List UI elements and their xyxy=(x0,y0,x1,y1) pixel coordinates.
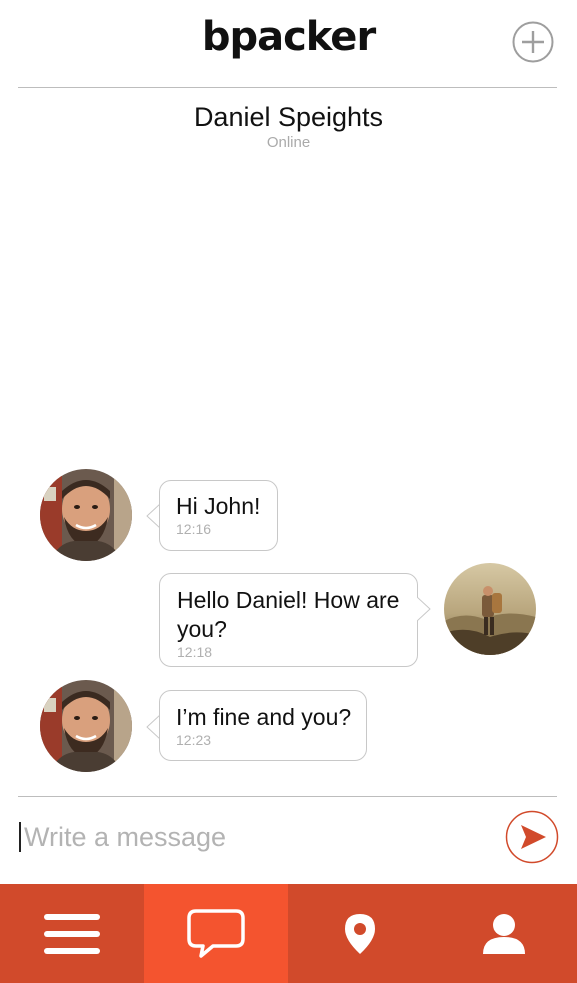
bubble-tail xyxy=(146,714,160,740)
message-bubble-received[interactable]: I’m fine and you? 12:23 xyxy=(159,690,367,761)
map-pin-icon xyxy=(345,913,375,954)
message-text-line-1: Hello Daniel! How are xyxy=(177,587,400,613)
contact-avatar[interactable] xyxy=(40,469,132,561)
tab-chat[interactable] xyxy=(144,884,288,983)
add-button[interactable] xyxy=(512,21,554,63)
tab-bar xyxy=(0,884,577,983)
text-caret xyxy=(19,822,21,852)
contact-status: Online xyxy=(266,134,311,151)
message-text: Hi John! xyxy=(176,493,261,519)
user-icon xyxy=(483,913,525,954)
user-photo xyxy=(444,563,536,655)
composer-divider xyxy=(18,796,557,797)
message-input[interactable] xyxy=(24,816,484,858)
header-divider xyxy=(18,87,557,88)
message-time: 12:18 xyxy=(177,644,213,660)
contact-photo xyxy=(40,469,132,561)
brand-logo: bpacker xyxy=(201,14,376,60)
tab-map[interactable] xyxy=(288,884,432,983)
bubble-tail xyxy=(417,596,431,622)
menu-icon xyxy=(44,913,100,954)
message-text-line-2: you? xyxy=(177,616,227,642)
plus-circle-icon xyxy=(512,21,554,63)
contact-avatar[interactable] xyxy=(40,680,132,772)
tab-menu[interactable] xyxy=(0,884,144,983)
message-bubble-sent[interactable]: Hello Daniel! How are you? 12:18 xyxy=(159,573,418,667)
message-text: I’m fine and you? xyxy=(176,704,352,730)
message-time: 12:23 xyxy=(176,732,212,748)
bubble-tail xyxy=(146,503,160,529)
contact-name: Daniel Speights xyxy=(193,102,384,132)
contact-photo xyxy=(40,680,132,772)
message-time: 12:16 xyxy=(176,521,212,537)
chat-bubble-icon xyxy=(187,908,245,958)
user-avatar[interactable] xyxy=(444,563,536,655)
app-header: bpacker xyxy=(0,0,577,88)
message-bubble-received[interactable]: Hi John! 12:16 xyxy=(159,480,278,551)
send-button[interactable] xyxy=(505,810,559,864)
tab-profile[interactable] xyxy=(432,884,576,983)
send-arrow-icon xyxy=(505,810,559,864)
